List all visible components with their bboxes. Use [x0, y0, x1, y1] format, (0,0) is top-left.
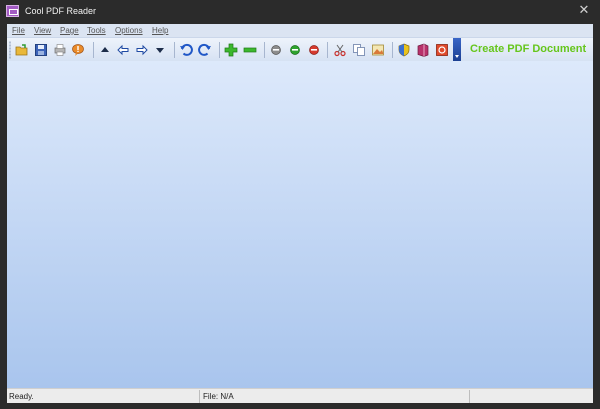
toolbar-separator: [93, 42, 94, 58]
menu-page[interactable]: Page: [60, 25, 79, 36]
menu-options[interactable]: Options: [115, 25, 143, 36]
cut-icon[interactable]: [331, 41, 349, 59]
status-file: File: N/A: [203, 392, 234, 401]
toolbar-separator: [327, 42, 328, 58]
status-bar: Ready. File: N/A: [7, 388, 593, 403]
back-arrow-icon[interactable]: [114, 41, 132, 59]
red-dot-icon[interactable]: [305, 41, 323, 59]
toolbar: Create PDF Document: [7, 37, 593, 62]
open-folder-icon[interactable]: [13, 41, 31, 59]
create-pdf-link[interactable]: Create PDF Document: [470, 43, 586, 55]
page-up-icon[interactable]: [96, 41, 114, 59]
title-bar: Cool PDF Reader ✕: [0, 0, 600, 23]
save-icon[interactable]: [32, 41, 50, 59]
menu-view[interactable]: View: [34, 25, 51, 36]
page-down-icon[interactable]: [151, 41, 169, 59]
copy-icon[interactable]: [350, 41, 368, 59]
status-text: Ready.: [9, 392, 34, 401]
image-icon[interactable]: [369, 41, 387, 59]
menu-file[interactable]: File: [12, 25, 25, 36]
menu-help[interactable]: Help: [152, 25, 168, 36]
rotate-right-icon[interactable]: [196, 41, 214, 59]
close-button[interactable]: ✕: [576, 2, 592, 18]
toolbar-separator: [392, 42, 393, 58]
app-logo-icon: [6, 5, 19, 17]
green-dot-icon[interactable]: [286, 41, 304, 59]
toolbar-overflow-button[interactable]: [453, 38, 461, 62]
book-icon[interactable]: [414, 41, 432, 59]
print-icon[interactable]: [51, 41, 69, 59]
toolbar-separator: [174, 42, 175, 58]
zoom-in-icon[interactable]: [222, 41, 240, 59]
menu-bar: File View Page Tools Options Help: [7, 24, 593, 37]
toolbar-separator: [264, 42, 265, 58]
shield-icon[interactable]: [395, 41, 413, 59]
window-title: Cool PDF Reader: [25, 6, 97, 16]
app-window: Cool PDF Reader ✕ File View Page Tools O…: [0, 0, 600, 409]
status-separator: [199, 390, 200, 403]
rotate-left-icon[interactable]: [177, 41, 195, 59]
comment-icon[interactable]: [69, 41, 87, 59]
pdf-icon[interactable]: [433, 41, 451, 59]
toolbar-separator: [219, 42, 220, 58]
status-separator: [469, 390, 470, 403]
forward-arrow-icon[interactable]: [133, 41, 151, 59]
document-area[interactable]: [7, 61, 593, 388]
menu-tools[interactable]: Tools: [87, 25, 106, 36]
gray-dot-icon[interactable]: [267, 41, 285, 59]
toolbar-grip[interactable]: [9, 41, 11, 59]
zoom-out-icon[interactable]: [241, 41, 259, 59]
